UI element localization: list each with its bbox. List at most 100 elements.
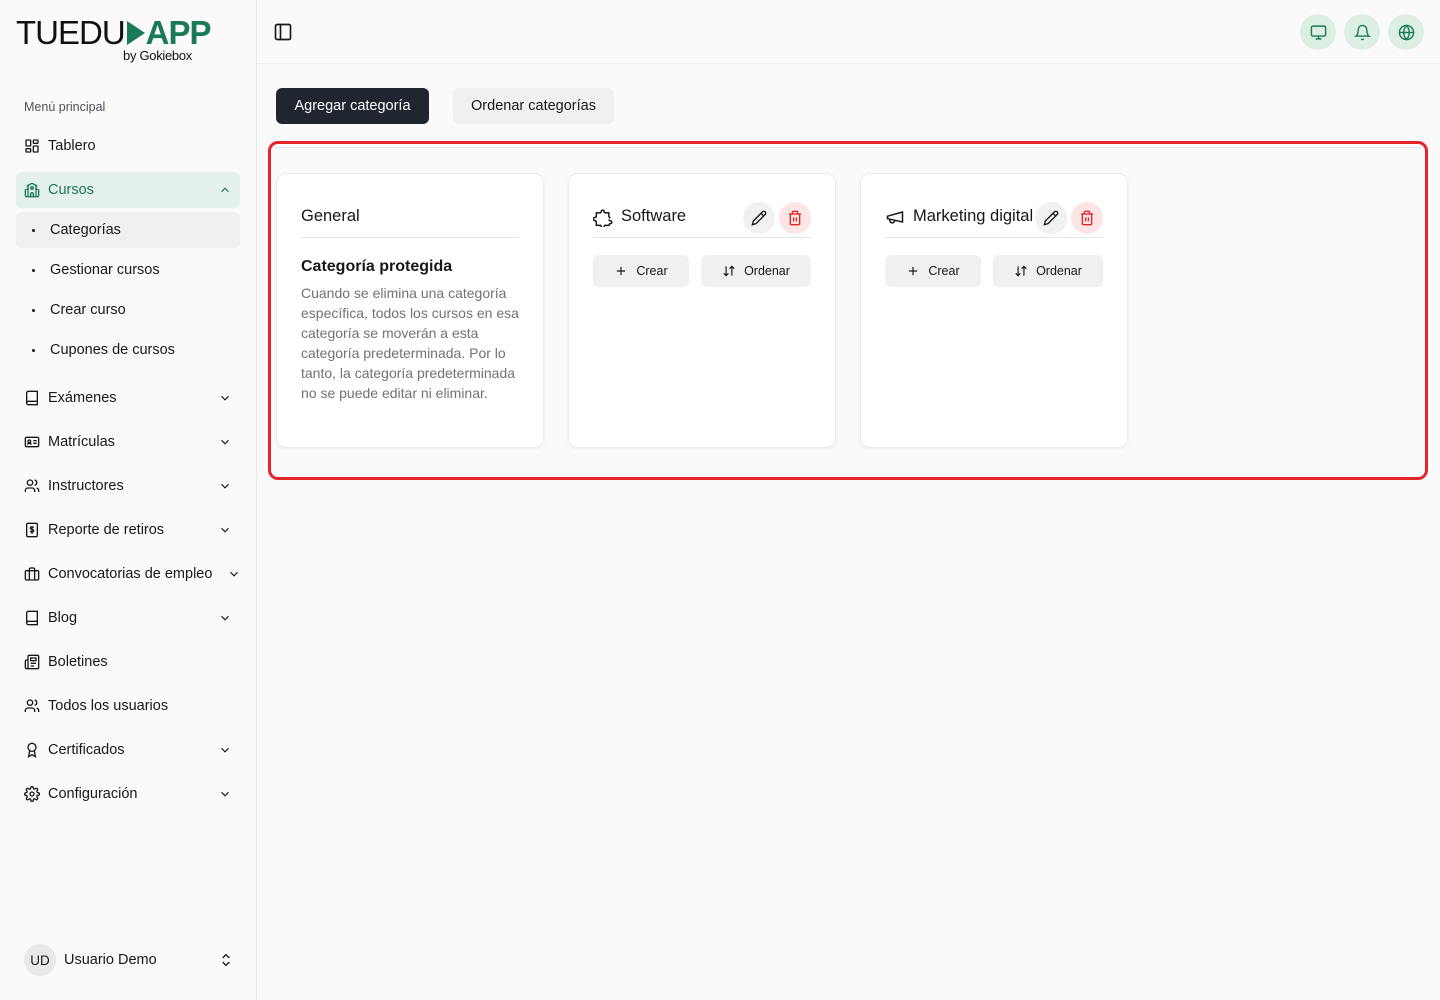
sidebar-item-label: Cursos: [48, 182, 94, 198]
edit-category-button[interactable]: [743, 202, 775, 234]
plus-icon: [617, 266, 626, 276]
dashboard-icon: [24, 138, 40, 154]
language-button[interactable]: [1388, 14, 1424, 50]
chevrons-up-down-icon: [222, 953, 230, 967]
category-card-marketing: Marketing digital Crear Ordenar: [860, 173, 1128, 448]
delete-category-button[interactable]: [779, 202, 811, 234]
sidebar-item-matriculas[interactable]: Matrículas: [16, 424, 240, 460]
logo[interactable]: TUEDU APP by Gokiebox: [16, 14, 212, 66]
bell-icon: [1353, 24, 1371, 40]
pencil-icon: [751, 210, 767, 226]
category-title: Marketing digital: [913, 207, 1034, 225]
sidebar-item-cursos[interactable]: Cursos: [16, 172, 240, 208]
create-label: Crear: [636, 264, 668, 278]
order-button[interactable]: Ordenar: [993, 255, 1103, 287]
card-buttons: Crear Ordenar: [885, 255, 1103, 287]
sidebar-item-reporte-retiros[interactable]: Reporte de retiros: [16, 512, 240, 548]
logo-subtitle: by Gokiebox: [123, 48, 192, 63]
sidebar-item-configuracion[interactable]: Configuración: [16, 776, 240, 812]
sidebar: TUEDU APP by Gokiebox Menú principal Tabl…: [0, 0, 257, 1000]
category-title: General: [301, 207, 360, 225]
play-icon: [126, 21, 145, 45]
card-actions: [1035, 202, 1103, 234]
bullet-icon: [32, 228, 35, 232]
card-header: Software: [592, 198, 811, 238]
subitem-label: Gestionar cursos: [50, 262, 160, 278]
card-header: General: [301, 198, 519, 238]
subitem-label: Cupones de cursos: [50, 342, 175, 358]
sidebar-item-todos-usuarios[interactable]: Todos los usuarios: [16, 688, 240, 724]
card-buttons: Crear Ordenar: [593, 255, 811, 287]
gear-icon: [24, 786, 40, 802]
puzzle-icon: [592, 207, 613, 229]
sidebar-item-label: Boletines: [48, 654, 108, 670]
sidebar-item-instructores[interactable]: Instructores: [16, 468, 240, 504]
plus-icon: [909, 266, 918, 276]
sidebar-item-examenes[interactable]: Exámenes: [16, 380, 240, 416]
book-icon: [24, 390, 40, 406]
chevron-down-icon[interactable]: [218, 523, 232, 537]
user-menu[interactable]: UD Usuario Demo: [24, 944, 234, 976]
edit-category-button[interactable]: [1035, 202, 1067, 234]
sidebar-subitem-crear-curso[interactable]: Crear curso: [16, 292, 240, 328]
sidebar-item-label: Tablero: [48, 138, 96, 154]
book-icon: [24, 610, 40, 626]
sidebar-toggle-icon[interactable]: [273, 22, 293, 42]
menu-heading: Menú principal: [24, 100, 106, 114]
create-button[interactable]: Crear: [593, 255, 689, 287]
topbar: [257, 0, 1440, 64]
add-category-button[interactable]: Agregar categoría: [276, 88, 429, 124]
bullet-icon: [32, 348, 35, 352]
divider: [274, 147, 1422, 148]
sidebar-item-label: Certificados: [48, 742, 125, 758]
sidebar-item-label: Matrículas: [48, 434, 115, 450]
order-label: Ordenar: [744, 264, 790, 278]
chevron-down-icon[interactable]: [218, 611, 232, 625]
sidebar-item-convocatorias[interactable]: Convocatorias de empleo: [16, 556, 240, 592]
monitor-button[interactable]: [1300, 14, 1336, 50]
category-card-general: General Categoría protegida Cuando se el…: [276, 173, 544, 448]
sidebar-subitem-cupones[interactable]: Cupones de cursos: [16, 332, 240, 368]
chevron-down-icon[interactable]: [218, 391, 232, 405]
sidebar-item-label: Instructores: [48, 478, 124, 494]
school-icon: [24, 182, 40, 198]
briefcase-icon: [24, 566, 40, 582]
sidebar-item-blog[interactable]: Blog: [16, 600, 240, 636]
delete-category-button[interactable]: [1071, 202, 1103, 234]
logo-text-part2: APP: [145, 14, 212, 51]
category-card-software: Software Crear Ordenar: [568, 173, 836, 448]
order-button[interactable]: Ordenar: [701, 255, 811, 287]
sort-arrows-icon: [1015, 265, 1027, 277]
category-title: Software: [621, 207, 687, 225]
megaphone-icon: [885, 207, 905, 227]
sidebar-item-boletines[interactable]: Boletines: [16, 644, 240, 680]
sidebar-item-certificados[interactable]: Certificados: [16, 732, 240, 768]
sidebar-subitem-categorias[interactable]: Categorías: [16, 212, 240, 248]
chevron-down-icon[interactable]: [218, 435, 232, 449]
dollar-receipt-icon: [24, 522, 40, 538]
sort-categories-button[interactable]: Ordenar categorías: [453, 88, 614, 124]
chevron-down-icon[interactable]: [218, 743, 232, 757]
chevron-down-icon[interactable]: [218, 787, 232, 801]
create-button[interactable]: Crear: [885, 255, 981, 287]
order-label: Ordenar: [1036, 264, 1082, 278]
sidebar-subitem-gestionar-cursos[interactable]: Gestionar cursos: [16, 252, 240, 288]
avatar: UD: [24, 944, 56, 976]
globe-icon: [1398, 23, 1414, 41]
trash-icon: [1081, 210, 1093, 226]
card-header: Marketing digital: [885, 198, 1103, 238]
sidebar-item-tablero[interactable]: Tablero: [16, 128, 240, 164]
subitem-label: Categorías: [50, 222, 121, 238]
sidebar-item-label: Todos los usuarios: [48, 698, 169, 714]
id-card-icon: [24, 434, 40, 450]
notifications-button[interactable]: [1344, 14, 1380, 50]
chevron-down-icon[interactable]: [227, 567, 241, 581]
sidebar-item-label: Convocatorias de empleo: [48, 566, 213, 582]
newspaper-icon: [24, 654, 40, 670]
bullet-icon: [32, 268, 35, 272]
sidebar-nav: Tablero Cursos Categorías Gestionar curs…: [16, 128, 240, 820]
chevron-down-icon[interactable]: [218, 479, 232, 493]
chevron-up-icon[interactable]: [218, 183, 232, 197]
sidebar-item-label: Exámenes: [48, 390, 117, 406]
logo-text-part1: TUEDU: [16, 14, 126, 51]
